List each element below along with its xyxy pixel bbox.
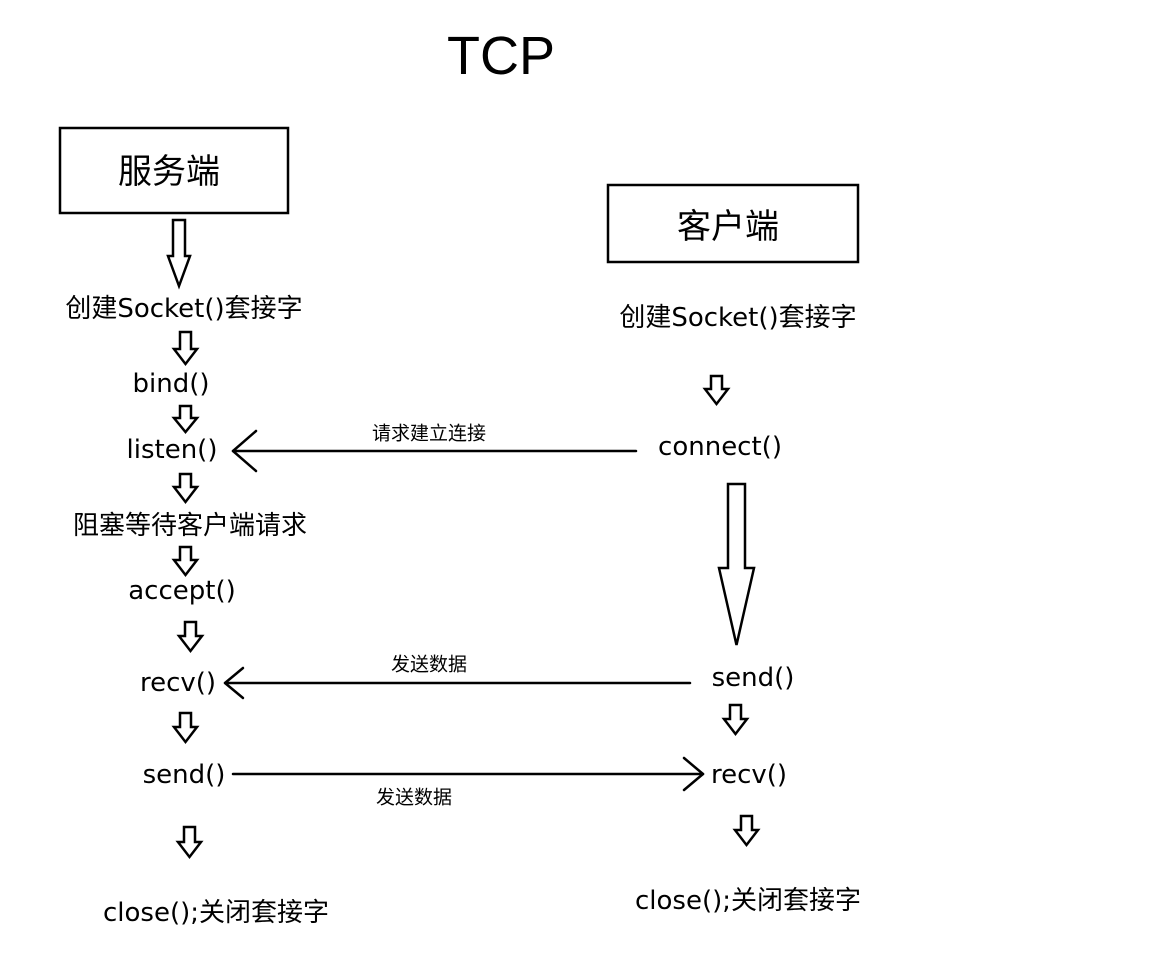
down-arrow-icon — [166, 218, 192, 290]
client-step-close: close();关闭套接字 — [634, 886, 862, 916]
diagram-canvas — [58, 126, 860, 860]
server-step-bind: bind() — [132, 369, 210, 399]
long-down-arrow-icon — [717, 482, 756, 646]
down-arrow-icon — [175, 825, 204, 860]
server-step-wait: 阻塞等待客户端请求 — [72, 511, 308, 541]
down-arrow-icon — [732, 814, 761, 848]
down-arrow-icon — [171, 404, 200, 434]
down-arrow-icon — [721, 703, 750, 737]
client-step-recv: recv() — [710, 760, 788, 790]
client-header-label: 客户端 — [677, 207, 779, 247]
down-arrow-icon — [171, 330, 200, 367]
down-arrow-icon — [171, 545, 200, 578]
down-arrow-icon — [171, 472, 200, 505]
server-step-listen: listen() — [126, 435, 218, 465]
client-step-send: send() — [711, 663, 795, 693]
down-arrow-icon — [176, 620, 205, 654]
server-step-send: send() — [142, 760, 226, 790]
server-header-label: 服务端 — [118, 152, 220, 192]
edge-label-connect-request: 请求建立连接 — [371, 422, 487, 445]
server-step-create: 创建Socket()套接字 — [65, 294, 303, 324]
edge-label-server-send: 发送数据 — [375, 786, 453, 809]
server-step-recv: recv() — [139, 668, 217, 698]
edge-label-client-send: 发送数据 — [390, 653, 468, 676]
client-step-connect: connect() — [658, 432, 782, 462]
server-step-accept: accept() — [128, 576, 236, 606]
client-step-create: 创建Socket()套接字 — [619, 303, 857, 333]
server-step-close: close();关闭套接字 — [102, 898, 330, 928]
message-arrows — [223, 429, 705, 792]
down-arrow-icon — [702, 374, 731, 407]
page-title: TCP — [447, 26, 555, 86]
down-arrow-icon — [171, 711, 200, 745]
